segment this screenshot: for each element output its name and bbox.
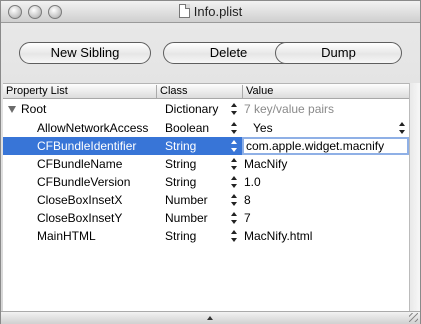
plist-editor-window: Info.plist New Sibling Delete Dump Prope… xyxy=(0,0,421,324)
table-row[interactable]: CFBundleVersion String 1.0 xyxy=(3,173,409,191)
toolbar: New Sibling Delete Dump xyxy=(1,23,420,81)
resize-grip-icon[interactable] xyxy=(409,313,418,322)
table-row[interactable]: CloseBoxInsetX Number 8 xyxy=(3,191,409,209)
disclosure-triangle-icon[interactable] xyxy=(8,106,16,113)
row-key: Root xyxy=(21,102,47,116)
row-class: Boolean xyxy=(165,121,210,135)
class-stepper-icon[interactable] xyxy=(231,176,238,188)
document-icon xyxy=(178,4,190,18)
row-key: CFBundleVersion xyxy=(37,175,131,189)
class-stepper-icon[interactable] xyxy=(231,230,238,242)
row-class: Number xyxy=(165,193,208,207)
row-class: String xyxy=(165,139,197,153)
table-row[interactable]: AllowNetworkAccess Boolean Yes xyxy=(3,119,409,137)
row-key: CFBundleName xyxy=(37,157,123,171)
window-title: Info.plist xyxy=(1,4,420,20)
value-edit-field[interactable]: com.apple.widget.macnify xyxy=(242,137,409,155)
row-key: AllowNetworkAccess xyxy=(37,121,149,135)
row-key: CloseBoxInsetX xyxy=(37,193,123,207)
class-stepper-icon[interactable] xyxy=(231,103,238,115)
row-class: String xyxy=(165,229,197,243)
class-stepper-icon[interactable] xyxy=(231,122,238,134)
row-class: String xyxy=(165,175,197,189)
row-value: MacNify xyxy=(244,157,288,171)
row-key: MainHTML xyxy=(37,229,96,243)
table-row-selected[interactable]: CFBundleIdentifier String com.apple.widg… xyxy=(3,137,409,155)
property-list-table[interactable]: Property List Class Value Root Dictionar… xyxy=(3,83,409,311)
table-header: Property List Class Value xyxy=(3,84,409,99)
row-key: CloseBoxInsetY xyxy=(37,211,123,225)
title-bar[interactable]: Info.plist xyxy=(1,1,420,23)
row-value: 8 xyxy=(244,193,251,207)
split-view-handle[interactable] xyxy=(1,311,420,324)
window-title-text: Info.plist xyxy=(193,4,243,19)
row-class: Number xyxy=(165,211,208,225)
value-popup-stepper-icon[interactable] xyxy=(399,122,406,134)
scroll-up-icon[interactable] xyxy=(207,316,213,320)
row-value: 7 xyxy=(244,211,251,225)
column-header-property-list[interactable]: Property List xyxy=(3,85,156,98)
new-sibling-button[interactable]: New Sibling xyxy=(19,42,151,64)
row-value: Yes xyxy=(253,121,273,135)
table-row[interactable]: MainHTML String MacNify.html xyxy=(3,227,409,245)
class-stepper-icon[interactable] xyxy=(231,158,238,170)
row-class: Dictionary xyxy=(165,102,219,116)
table-row[interactable]: CloseBoxInsetY Number 7 xyxy=(3,209,409,227)
table-row-root[interactable]: Root Dictionary 7 key/value pairs xyxy=(3,100,409,118)
row-value: MacNify.html xyxy=(244,229,313,243)
row-key: CFBundleIdentifier xyxy=(37,139,137,153)
class-stepper-icon[interactable] xyxy=(231,140,238,152)
class-stepper-icon[interactable] xyxy=(231,194,238,206)
column-header-class[interactable]: Class xyxy=(156,85,242,98)
row-value: 1.0 xyxy=(244,175,261,189)
dump-button[interactable]: Dump xyxy=(275,42,402,64)
row-value: 7 key/value pairs xyxy=(244,102,335,116)
table-row[interactable]: CFBundleName String MacNify xyxy=(3,155,409,173)
column-header-value[interactable]: Value xyxy=(242,85,409,98)
vertical-scrollbar[interactable] xyxy=(409,83,420,311)
class-stepper-icon[interactable] xyxy=(231,212,238,224)
row-class: String xyxy=(165,157,197,171)
